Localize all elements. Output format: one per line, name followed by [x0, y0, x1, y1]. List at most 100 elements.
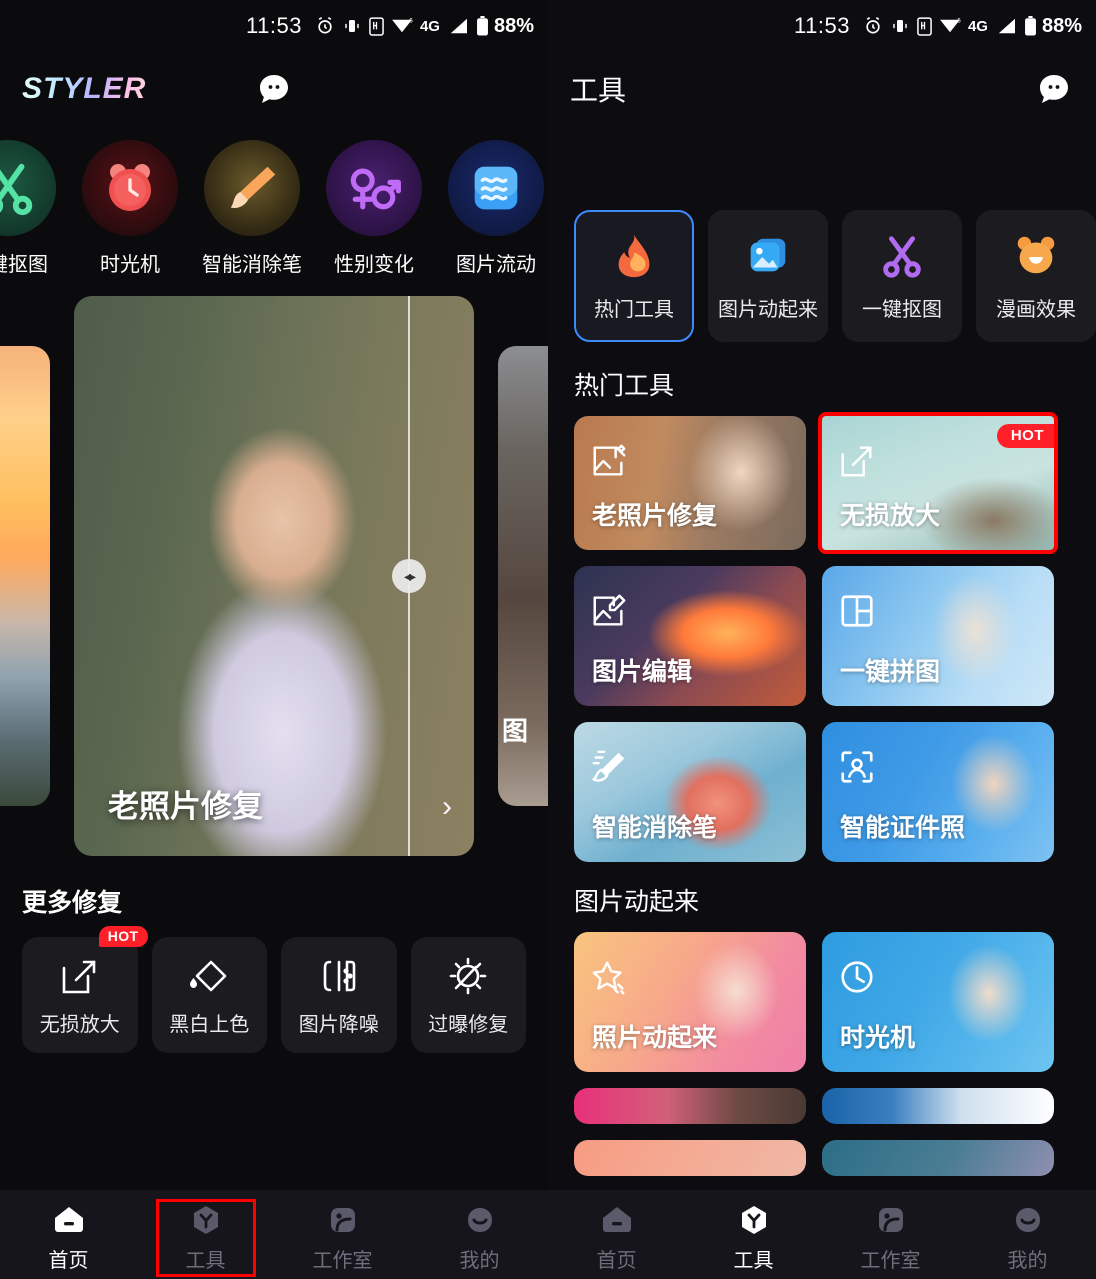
partial-card-row[interactable] [548, 1072, 1096, 1176]
card-bg [574, 1140, 806, 1176]
nav-item-tools[interactable]: 工具 [685, 1203, 822, 1273]
page-title: 工具 [570, 75, 627, 106]
nav-label: 我的 [459, 1249, 500, 1272]
vibrate-icon [342, 17, 362, 35]
carousel-title: 老照片修复 [108, 789, 263, 824]
gender-swap-icon [326, 140, 422, 236]
nav-item-profile[interactable]: 我的 [411, 1203, 548, 1273]
app-header-right: 工具 [548, 52, 1096, 126]
card-photo-come-alive[interactable]: 照片动起来 [574, 932, 806, 1072]
denoise-icon [317, 954, 361, 998]
card-label: 图片编辑 [592, 658, 693, 686]
category-tabs[interactable]: 热门工具 图片动起来 一键抠图 漫画效果 [548, 188, 1096, 342]
tab-cutout[interactable]: 一键抠图 [842, 210, 962, 342]
nav-item-studio[interactable]: 工作室 [274, 1203, 411, 1273]
nav-item-home[interactable]: 首页 [548, 1203, 685, 1273]
tile-denoise[interactable]: 图片降噪 [281, 937, 397, 1053]
nav-label: 工具 [733, 1249, 774, 1272]
chat-bubble-icon[interactable] [252, 67, 296, 111]
profile-icon [463, 1203, 497, 1237]
carousel-card-next[interactable]: 图 [498, 346, 548, 806]
exposure-icon [446, 954, 490, 998]
signal-icon [447, 17, 469, 35]
tab-comic-effect[interactable]: 漫画效果 [976, 210, 1096, 342]
waves-icon [448, 140, 544, 236]
card-smart-eraser[interactable]: 智能消除笔 [574, 722, 806, 862]
card-partial-left-2[interactable] [574, 1140, 806, 1176]
carousel-next-arrow[interactable]: › [442, 790, 452, 824]
tile-label: 黑白上色 [169, 1013, 250, 1036]
battery-percent: 88% [1041, 14, 1082, 37]
battery-icon [1024, 16, 1037, 36]
card-label: 智能证件照 [840, 814, 966, 842]
tile-label: 无损放大 [39, 1013, 120, 1036]
alarm-icon [315, 16, 335, 36]
paint-brush-icon [204, 140, 300, 236]
quick-tool-label: 图片流动 [456, 254, 536, 276]
dual-screenshot: 11:53 6 4G 88% STYLER 抠图 时光机 智能消除笔 性别变化 … [0, 0, 1096, 1279]
card-photo-edit[interactable]: 图片编辑 [574, 566, 806, 706]
fire-icon [609, 231, 659, 281]
quick-tool-cutout[interactable]: 一键抠图 [0, 140, 60, 277]
tile-exposure[interactable]: 过曝修复 [410, 937, 526, 1053]
nav-item-studio[interactable]: 工作室 [822, 1203, 959, 1273]
card-label: 时光机 [840, 1024, 916, 1052]
carousel-card-prev[interactable]: › [0, 346, 50, 806]
collage-icon [838, 592, 876, 630]
clock-icon [838, 958, 876, 996]
compare-slider-handle[interactable]: ◂▸ [392, 559, 426, 593]
paint-bucket-icon [187, 954, 231, 998]
bottom-nav-right[interactable]: 首页 工具 工作室 我的 [548, 1190, 1096, 1279]
tile-colorize[interactable]: 黑白上色 [151, 937, 267, 1053]
carousel-next-label: 图 [502, 716, 529, 746]
more-section-title: 更多修复 [22, 889, 123, 917]
nav-label: 工作室 [312, 1249, 373, 1272]
card-photo-repair[interactable]: 老照片修复 [574, 416, 806, 550]
card-bg [822, 1140, 1054, 1176]
carousel-card-active[interactable]: ◂▸ 老照片修复 › [74, 296, 474, 856]
tab-hot-tools[interactable]: 热门工具 [574, 210, 694, 342]
quick-tools-row[interactable]: 一键抠图 时光机 [0, 126, 548, 277]
card-partial-left[interactable] [574, 1088, 806, 1124]
card-collage[interactable]: 一键拼图 [822, 566, 1054, 706]
bottom-nav-left[interactable]: 首页 工具 工作室 我的 [0, 1190, 548, 1279]
status-icons: 6 4G 88% [863, 15, 1082, 38]
quick-tool-gender[interactable]: 性别变化 [322, 140, 426, 277]
photo-animate-card-grid[interactable]: 照片动起来 时光机 [548, 918, 1096, 1072]
quick-tool-timemachine[interactable]: 时光机 [78, 140, 182, 277]
tab-label: 热门工具 [594, 298, 674, 321]
hd-icon [369, 16, 384, 36]
tab-photo-animate[interactable]: 图片动起来 [708, 210, 828, 342]
nav-item-home[interactable]: 首页 [0, 1203, 137, 1273]
status-icons: 6 4G 88% [315, 15, 534, 38]
card-partial-right-2[interactable] [822, 1140, 1054, 1176]
more-tools-row[interactable]: HOT 无损放大 黑白上色 图片降噪 过曝修复 [0, 919, 548, 1053]
profile-icon [1011, 1203, 1045, 1237]
wifi-icon: 6 [939, 17, 961, 35]
tools-highlight-box [155, 1198, 256, 1277]
expand-arrow-icon [838, 442, 876, 480]
tile-upscale[interactable]: HOT 无损放大 [22, 926, 148, 1053]
eraser-pen-icon [590, 748, 628, 786]
svg-text:6: 6 [957, 17, 961, 24]
card-label: 一键拼图 [840, 658, 941, 686]
scissors-icon [0, 140, 56, 236]
quick-tool-flow[interactable]: 图片流动 [444, 140, 548, 277]
signal-icon [995, 17, 1017, 35]
card-partial-right[interactable] [822, 1088, 1054, 1124]
card-id-photo[interactable]: 智能证件照 [822, 722, 1054, 862]
expand-arrow-icon [58, 954, 102, 998]
nav-item-profile[interactable]: 我的 [959, 1203, 1096, 1273]
hot-tools-card-grid[interactable]: 老照片修复 HOT 无损放大 图片编辑 一键拼图 智能消除笔 智能证件照 [548, 402, 1096, 862]
card-label: 无损放大 [840, 502, 941, 530]
quick-tool-label: 性别变化 [334, 254, 414, 276]
quick-tool-eraser[interactable]: 智能消除笔 [200, 140, 304, 277]
card-lossless-upscale[interactable]: HOT 无损放大 [822, 416, 1054, 550]
card-time-machine[interactable]: 时光机 [822, 932, 1054, 1072]
quick-tool-label: 时光机 [100, 254, 160, 276]
nav-item-tools[interactable]: 工具 [137, 1198, 274, 1277]
featured-carousel[interactable]: › ◂▸ 老照片修复 › 图 [0, 291, 548, 861]
hd-icon [917, 16, 932, 36]
nav-label: 工作室 [860, 1249, 921, 1272]
chat-bubble-icon[interactable] [1032, 67, 1076, 111]
